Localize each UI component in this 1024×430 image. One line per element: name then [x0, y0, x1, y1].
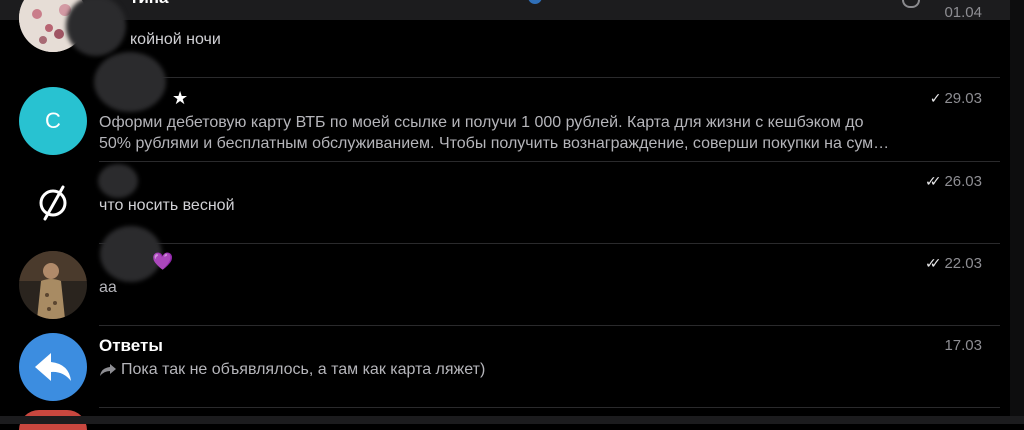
chat-date: 01.04 [944, 4, 982, 21]
chat-preview: aa [99, 279, 117, 296]
chat-preview: Пока так не объявлялось, а там как карта… [99, 359, 979, 380]
chat-preview: койной ночи [130, 31, 221, 48]
chat-row[interactable]: 💜 ✓✓ 22.03 aa [0, 226, 1000, 326]
avatar [19, 333, 87, 401]
single-check-icon: ✓ [929, 90, 942, 106]
blurred-mask [66, 0, 126, 56]
window-edge [1010, 0, 1024, 424]
double-check-icon: ✓✓ [924, 173, 942, 189]
forward-arrow-icon [100, 363, 116, 376]
avatar [19, 169, 87, 237]
purple-heart-icon: 💜 [152, 252, 174, 271]
divider [99, 77, 1000, 78]
divider [99, 407, 1000, 408]
avatar: С [19, 87, 87, 155]
chat-date: ✓✓ 22.03 [924, 255, 982, 272]
chat-name: тина [130, 0, 169, 8]
chat-preview: Оформи дебетовую карту ВТБ по моей ссылк… [99, 112, 979, 154]
chat-name: Ответы [99, 336, 163, 355]
chat-date: ✓ 29.03 [929, 90, 982, 107]
chat-row[interactable]: Ответы 17.03 Пока так не объявлялось, а … [0, 326, 1000, 408]
chat-row[interactable]: С ★ ✓ 29.03 Оформи дебетовую карту ВТБ п… [0, 52, 1000, 162]
blurred-mask [98, 164, 138, 198]
avatar-initial: С [19, 87, 87, 155]
chat-date: ✓✓ 26.03 [924, 173, 982, 190]
avatar [19, 251, 87, 319]
double-check-icon: ✓✓ [924, 255, 942, 271]
chat-list: тина 01.04 койной ночи С ★ ✓ 29.03 Оформ… [0, 0, 1024, 430]
bottom-bar [0, 416, 1024, 424]
star-icon: ★ [172, 88, 189, 108]
blurred-mask [94, 52, 166, 112]
chat-preview: что носить весной [99, 197, 235, 214]
preview-line: 50% рублями и бесплатным обслуживанием. … [99, 135, 890, 152]
reply-arrow-icon [35, 353, 71, 381]
ring-slash-logo-icon [39, 185, 67, 221]
chat-date: 17.03 [944, 337, 982, 354]
preview-line: Оформи дебетовую карту ВТБ по моей ссылк… [99, 114, 864, 131]
